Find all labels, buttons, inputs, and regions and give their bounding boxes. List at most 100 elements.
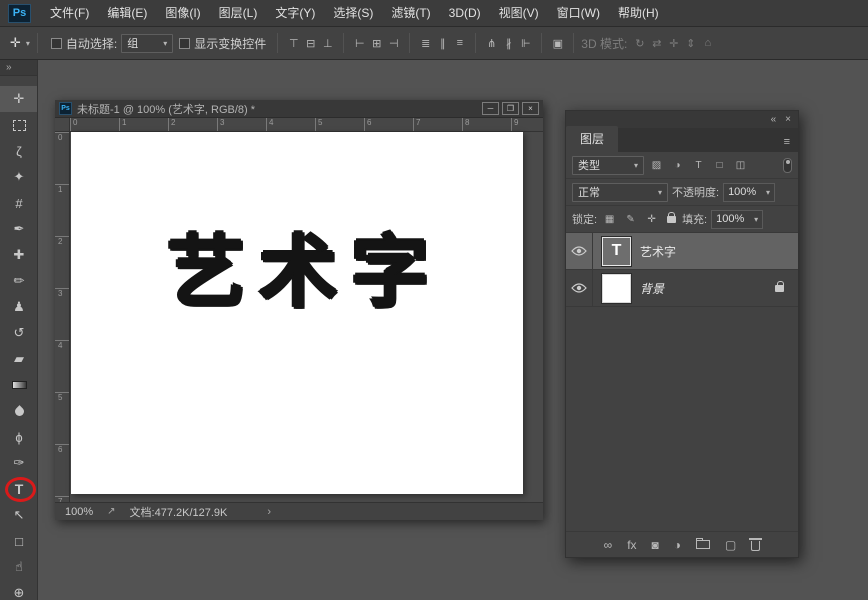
separator — [409, 33, 410, 53]
marquee-tool[interactable] — [0, 112, 38, 138]
tab-layers[interactable]: 图层 — [566, 126, 618, 152]
hand-tool[interactable]: ☝ — [0, 554, 38, 580]
status-chevron-icon[interactable]: › — [267, 506, 271, 518]
menu-select[interactable]: 选择(S) — [324, 0, 382, 27]
eraser-tool[interactable]: ▰ — [0, 346, 38, 372]
blend-mode-dropdown[interactable]: 正常 ▾ — [572, 183, 668, 202]
document-titlebar[interactable]: Ps 未标题-1 @ 100% (艺术字, RGB/8) * ─ ❐ × — [55, 100, 543, 118]
gradient-tool[interactable] — [0, 372, 38, 398]
new-layer-icon[interactable]: ▢ — [725, 538, 736, 552]
healing-brush-tool[interactable]: ✚ — [0, 242, 38, 268]
menu-image[interactable]: 图像(I) — [156, 0, 209, 27]
menu-view[interactable]: 视图(V) — [490, 0, 548, 27]
filter-adjustment-icon[interactable]: ◑ — [669, 160, 686, 171]
panel-menu-icon[interactable]: ≡ — [784, 136, 790, 152]
fill-field[interactable]: 100% ▾ — [711, 210, 763, 229]
distribute-top-icon[interactable]: ≣ — [417, 37, 434, 50]
distribute-vcenter-icon[interactable]: ∥ — [434, 37, 451, 50]
layer-row-background[interactable]: 背景 — [566, 270, 798, 307]
eyedropper-tool[interactable]: ✒ — [0, 216, 38, 242]
minimize-button[interactable]: ─ — [482, 102, 499, 115]
align-bottom-icon[interactable]: ⊥ — [319, 37, 336, 50]
clone-stamp-icon: ♟ — [13, 299, 25, 315]
ruler-mark: 5 — [315, 118, 364, 131]
menu-file[interactable]: 文件(F) — [41, 0, 98, 27]
maximize-button[interactable]: ❐ — [502, 102, 519, 115]
menu-layer[interactable]: 图层(L) — [210, 0, 267, 27]
filter-pixel-icon[interactable]: ▨ — [648, 160, 665, 171]
auto-align-icon[interactable]: ▣ — [549, 37, 566, 50]
menu-help[interactable]: 帮助(H) — [609, 0, 668, 27]
type-tool[interactable]: T — [0, 476, 38, 502]
menu-type[interactable]: 文字(Y) — [266, 0, 324, 27]
close-button[interactable]: × — [522, 102, 539, 115]
lasso-tool[interactable]: ζ — [0, 138, 38, 164]
canvas-art-text: 艺术字 — [167, 210, 443, 322]
auto-select-target-dropdown[interactable]: 组 ▾ — [121, 34, 173, 53]
show-transform-checkbox[interactable] — [179, 38, 190, 49]
blend-mode-value: 正常 — [578, 184, 600, 200]
align-right-icon[interactable]: ⊣ — [385, 37, 402, 50]
layer-style-icon[interactable]: fx — [627, 538, 636, 552]
link-layers-icon[interactable]: ∞ — [604, 538, 613, 552]
auto-select-checkbox[interactable] — [51, 38, 62, 49]
options-bar: ✛ ▾ 自动选择: 组 ▾ 显示变换控件 ⊤ ⊟ ⊥ ⊢ ⊞ ⊣ ≣ ∥ ≡ ⋔… — [0, 27, 868, 60]
separator — [541, 33, 542, 53]
brush-tool[interactable]: ✏ — [0, 268, 38, 294]
collapse-panel-icon[interactable]: « — [771, 114, 777, 125]
rectangle-tool[interactable]: □ — [0, 528, 38, 554]
expand-icon[interactable]: ↗ — [107, 506, 115, 517]
delete-layer-icon[interactable] — [751, 539, 760, 551]
layer-row-art-text[interactable]: T 艺术字 — [566, 233, 798, 270]
dodge-tool[interactable]: ϕ — [0, 424, 38, 450]
align-left-icon[interactable]: ⊢ — [351, 37, 368, 50]
canvas[interactable]: 艺术字 — [71, 132, 523, 494]
visibility-toggle[interactable] — [566, 233, 593, 269]
ruler-mark: 8 — [462, 118, 511, 131]
toolbar-collapse-button[interactable]: » — [0, 60, 37, 76]
adjustment-layer-icon[interactable]: ◑ — [674, 538, 681, 552]
filter-type-layer-icon[interactable]: T — [690, 160, 707, 171]
opacity-field[interactable]: 100% ▾ — [723, 183, 775, 202]
align-top-icon[interactable]: ⊤ — [285, 37, 302, 50]
distribute-bottom-icon[interactable]: ≡ — [451, 37, 468, 49]
distribute-right-icon[interactable]: ⊩ — [517, 37, 534, 50]
healing-brush-icon: ✚ — [14, 247, 25, 263]
distribute-left-icon[interactable]: ⋔ — [483, 37, 500, 50]
menu-filter[interactable]: 滤镜(T) — [382, 0, 439, 27]
clone-stamp-tool[interactable]: ♟ — [0, 294, 38, 320]
filter-toggle[interactable] — [783, 158, 792, 173]
layer-name: 背景 — [640, 280, 664, 297]
lock-transparent-icon[interactable]: ▦ — [601, 214, 618, 225]
lock-pixels-icon[interactable]: ✎ — [622, 214, 639, 225]
lock-position-icon[interactable]: ✛ — [643, 214, 660, 225]
new-group-icon[interactable] — [696, 540, 710, 549]
layer-filter-row: 类型 ▾ ▨ ◑ T □ ◫ — [566, 152, 798, 179]
path-select-tool[interactable]: ↖ — [0, 502, 38, 528]
filter-shape-icon[interactable]: □ — [711, 160, 728, 171]
distribute-hcenter-icon[interactable]: ∦ — [500, 37, 517, 50]
visibility-toggle[interactable] — [566, 270, 593, 306]
align-hcenter-icon[interactable]: ⊞ — [368, 37, 385, 50]
layer-thumbnail[interactable]: T — [602, 237, 631, 266]
menu-3d[interactable]: 3D(D) — [440, 0, 490, 27]
crop-tool[interactable]: # — [0, 190, 38, 216]
close-panel-icon[interactable]: × — [785, 114, 791, 125]
filter-type-dropdown[interactable]: 类型 ▾ — [572, 156, 644, 175]
menu-window[interactable]: 窗口(W) — [548, 0, 609, 27]
fill-value: 100% — [716, 213, 744, 225]
zoom-level[interactable]: 100% — [65, 506, 93, 518]
caret-icon: ▾ — [634, 161, 638, 170]
history-brush-tool[interactable]: ↺ — [0, 320, 38, 346]
menu-edit[interactable]: 编辑(E) — [98, 0, 156, 27]
move-tool[interactable]: ✛ — [0, 86, 38, 112]
zoom-tool[interactable]: ⊕ — [0, 580, 38, 600]
blur-tool[interactable] — [0, 398, 38, 424]
layer-thumbnail[interactable] — [602, 274, 631, 303]
lock-all-icon[interactable] — [664, 216, 678, 223]
quick-select-tool[interactable]: ✦ — [0, 164, 38, 190]
filter-smart-object-icon[interactable]: ◫ — [732, 160, 749, 171]
pen-tool[interactable]: ✑ — [0, 450, 38, 476]
add-mask-icon[interactable]: ◙ — [652, 538, 659, 552]
align-vcenter-icon[interactable]: ⊟ — [302, 37, 319, 50]
